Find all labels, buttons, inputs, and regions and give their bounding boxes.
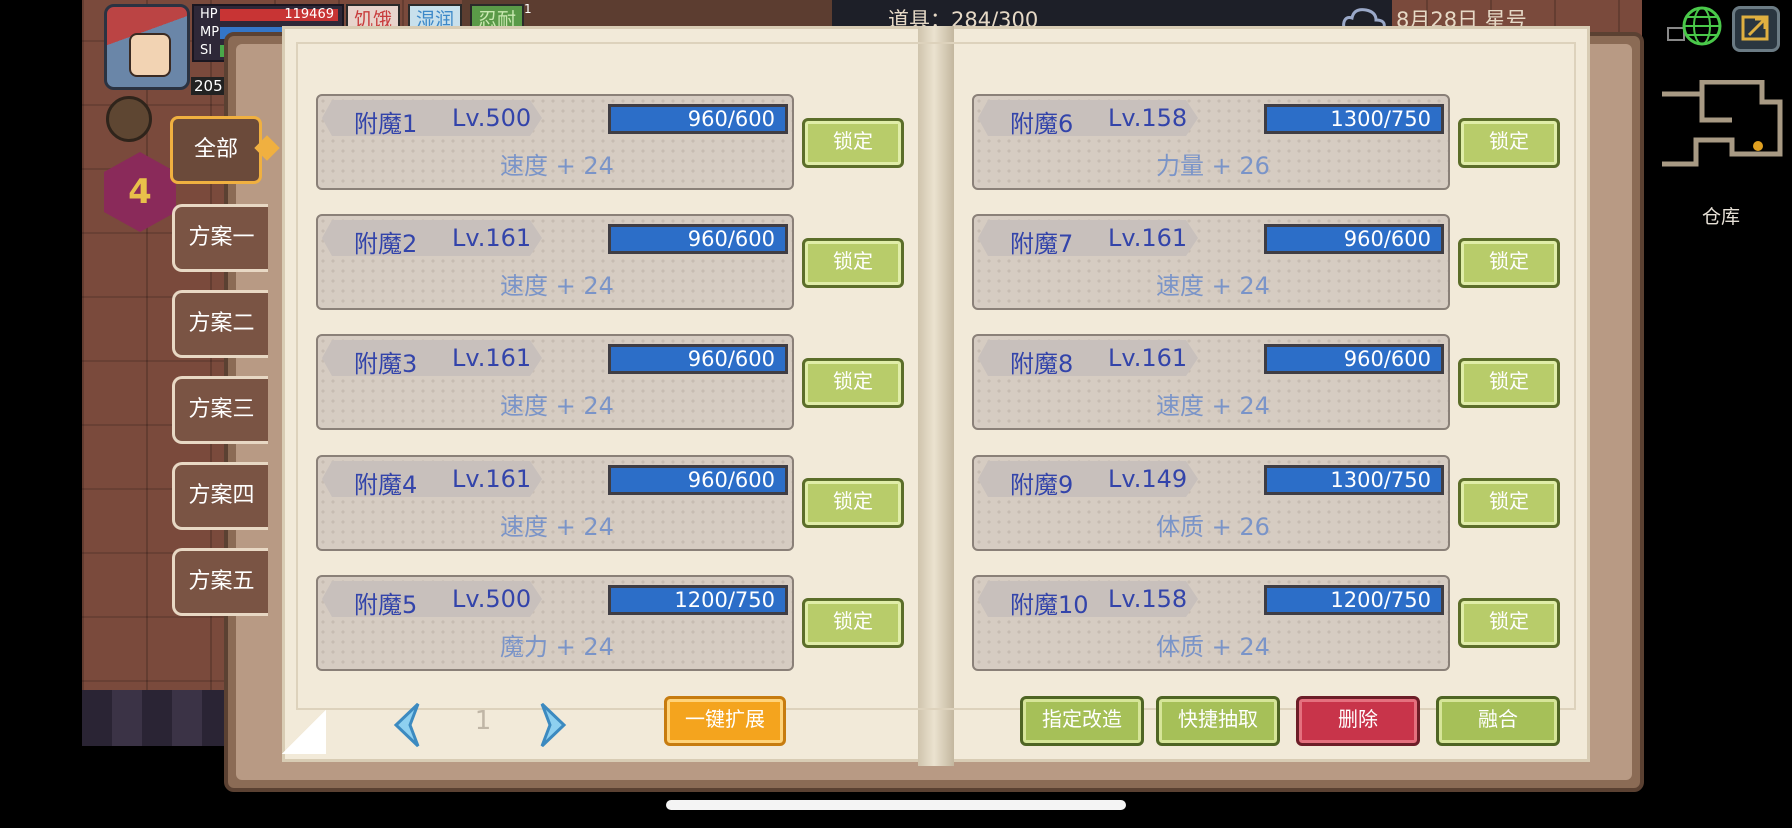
slot-stat: 体质 + 24 (1156, 633, 1270, 661)
slot-level: Lv.161 (452, 344, 532, 372)
lock-button-3[interactable]: 锁定 (802, 358, 904, 408)
slot-progress-bar: 960/600 (608, 344, 788, 374)
page-number: 1 (474, 706, 492, 736)
tab-plan-5[interactable]: 方案五 (172, 548, 268, 616)
enchant-slot-3[interactable]: 附魔3 Lv.161 960/600 速度 + 24 (316, 334, 794, 430)
chevron-left-icon[interactable] (388, 700, 428, 750)
minimap[interactable] (1662, 80, 1784, 180)
slot-level: Lv.500 (452, 585, 532, 613)
slot-level: Lv.158 (1108, 104, 1188, 132)
slot-name: 附魔2 (354, 230, 418, 258)
slot-name: 附魔10 (1010, 591, 1089, 619)
enchant-slot-4[interactable]: 附魔4 Lv.161 960/600 速度 + 24 (316, 455, 794, 551)
tab-plan-1[interactable]: 方案一 (172, 204, 268, 272)
slot-name: 附魔1 (354, 110, 418, 138)
quick-extract-button[interactable]: 快捷抽取 (1156, 696, 1280, 746)
slot-stat: 速度 + 24 (500, 513, 614, 541)
lock-button-4[interactable]: 锁定 (802, 478, 904, 528)
slot-progress-bar: 960/600 (608, 104, 788, 134)
slot-name: 附魔5 (354, 591, 418, 619)
enchant-slot-9[interactable]: 附魔9 Lv.149 1300/750 体质 + 26 (972, 455, 1450, 551)
slot-progress-bar: 960/600 (608, 224, 788, 254)
slot-stat: 速度 + 24 (500, 392, 614, 420)
slot-stat: 速度 + 24 (1156, 272, 1270, 300)
enchant-slot-2[interactable]: 附魔2 Lv.161 960/600 速度 + 24 (316, 214, 794, 310)
lock-button-7[interactable]: 锁定 (1458, 238, 1560, 288)
slot-stat: 速度 + 24 (1156, 392, 1270, 420)
hp-value: 119469 (284, 7, 334, 22)
mp-label: MP (200, 25, 220, 40)
slot-name: 附魔3 (354, 350, 418, 378)
slot-name: 附魔8 (1010, 350, 1074, 378)
slot-level: Lv.149 (1108, 465, 1188, 493)
enchant-slot-10[interactable]: 附魔10 Lv.158 1200/750 体质 + 24 (972, 575, 1450, 671)
delete-button[interactable]: 删除 (1296, 696, 1420, 746)
tab-plan-3[interactable]: 方案三 (172, 376, 268, 444)
tab-plan-2[interactable]: 方案二 (172, 290, 268, 358)
enchant-slot-7[interactable]: 附魔7 Lv.161 960/600 速度 + 24 (972, 214, 1450, 310)
reforge-button[interactable]: 指定改造 (1020, 696, 1144, 746)
enchant-slot-8[interactable]: 附魔8 Lv.161 960/600 速度 + 24 (972, 334, 1450, 430)
slot-progress-bar: 960/600 (1264, 224, 1444, 254)
chevron-right-icon[interactable] (532, 700, 572, 750)
slot-stat: 力量 + 26 (1156, 152, 1270, 180)
slot-level: Lv.161 (1108, 344, 1188, 372)
merge-button[interactable]: 融合 (1436, 696, 1560, 746)
slot-stat: 魔力 + 24 (500, 633, 614, 661)
slot-level: Lv.161 (1108, 224, 1188, 252)
slot-progress-bar: 1300/750 (1264, 465, 1444, 495)
lock-button-5[interactable]: 锁定 (802, 598, 904, 648)
slot-stat: 速度 + 24 (500, 152, 614, 180)
slot-name: 附魔6 (1010, 110, 1074, 138)
lock-button-10[interactable]: 锁定 (1458, 598, 1560, 648)
lock-button-6[interactable]: 锁定 (1458, 118, 1560, 168)
page-corner-fold (282, 710, 326, 754)
skill-gear-icon[interactable] (106, 96, 152, 142)
network-globe-icon[interactable] (1666, 4, 1722, 50)
player-avatar[interactable]: 205 (104, 4, 226, 95)
slot-progress-bar: 960/600 (608, 465, 788, 495)
slot-name: 附魔9 (1010, 471, 1074, 499)
slot-name: 附魔4 (354, 471, 418, 499)
tab-plan-4[interactable]: 方案四 (172, 462, 268, 530)
slot-progress-bar: 1200/750 (1264, 585, 1444, 615)
slot-level: Lv.158 (1108, 585, 1188, 613)
enchant-slot-1[interactable]: 附魔1 Lv.500 960/600 速度 + 24 (316, 94, 794, 190)
slot-progress-bar: 1300/750 (1264, 104, 1444, 134)
warehouse-label[interactable]: 仓库 (1690, 202, 1752, 229)
enchant-slot-5[interactable]: 附魔5 Lv.500 1200/750 魔力 + 24 (316, 575, 794, 671)
slot-level: Lv.500 (452, 104, 532, 132)
slot-level: Lv.161 (452, 224, 532, 252)
slot-name: 附魔7 (1010, 230, 1074, 258)
energy-value: 4 (128, 172, 152, 212)
slot-stat: 体质 + 26 (1156, 513, 1270, 541)
slot-progress-bar: 960/600 (1264, 344, 1444, 374)
enchant-slot-6[interactable]: 附魔6 Lv.158 1300/750 力量 + 26 (972, 94, 1450, 190)
hp-label: HP (200, 7, 218, 22)
tab-all[interactable]: 全部 (170, 116, 262, 184)
slot-stat: 速度 + 24 (500, 272, 614, 300)
sp-label: SI (200, 43, 213, 58)
status-badge: 1 (524, 2, 532, 16)
slot-level: Lv.161 (452, 465, 532, 493)
player-level: 205 (191, 77, 226, 95)
lock-button-8[interactable]: 锁定 (1458, 358, 1560, 408)
exit-icon[interactable] (1732, 6, 1780, 52)
lock-button-2[interactable]: 锁定 (802, 238, 904, 288)
expand-all-button[interactable]: 一键扩展 (664, 696, 786, 746)
home-indicator[interactable] (666, 800, 1126, 810)
lock-button-1[interactable]: 锁定 (802, 118, 904, 168)
lock-button-9[interactable]: 锁定 (1458, 478, 1560, 528)
slot-progress-bar: 1200/750 (608, 585, 788, 615)
